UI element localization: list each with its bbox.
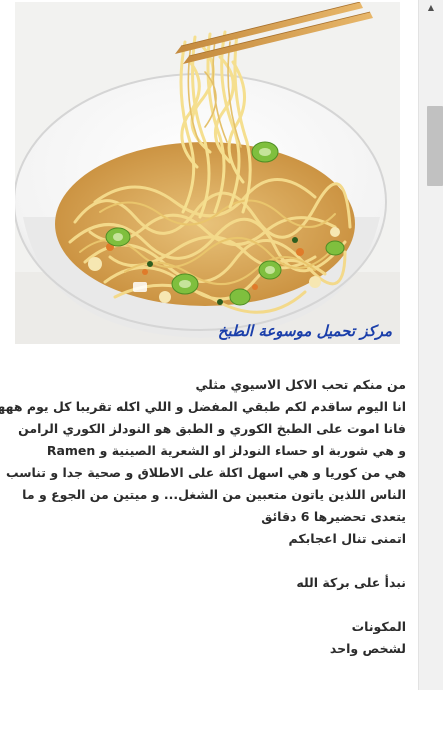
article-line: اتمنى تنال اعجابكم [288,531,406,546]
ramen-photo: مركز تحميل موسوعة الطبخ [15,2,400,344]
line-spacer [12,550,406,572]
watermark-text: مركز تحميل موسوعة الطبخ [217,322,392,340]
article-line: الناس اللذين ياتون متعبين من الشغل... و … [22,487,406,502]
scroll-up-arrow-icon[interactable]: ▲ [419,0,443,16]
ramen-illustration [15,2,400,344]
serving-size: لشخص واحد [329,641,406,656]
article-line: من منكم تحب الاكل الاسيوي مثلي [195,377,407,392]
content-area: مركز تحميل موسوعة الطبخ من منكم تحب الاك… [0,0,418,738]
article-line: فانا اموت على الطبخ الكوري و الطبق هو ال… [18,421,406,436]
scrollbar-thumb[interactable] [427,106,443,186]
article-line: نبدأ على بركة الله [296,575,406,590]
article-line: انا اليوم ساقدم لكم طبقي المفضل و اللي ا… [0,399,406,414]
article-line: هي من كوريا و هي اسهل اكلة على الاطلاق و… [5,465,406,480]
article-line: يتعدى تحضيرها 6 دقائق [261,509,406,524]
line-spacer [12,594,406,616]
article-text: من منكم تحب الاكل الاسيوي مثلي انا اليوم… [0,374,407,660]
page-blank-area [418,690,443,738]
vertical-scrollbar[interactable]: ▲ [418,0,443,690]
article-line: و هي شوربة او حساء النودلز او الشعرية ال… [46,443,406,458]
ingredients-heading: المكونات [351,619,406,634]
